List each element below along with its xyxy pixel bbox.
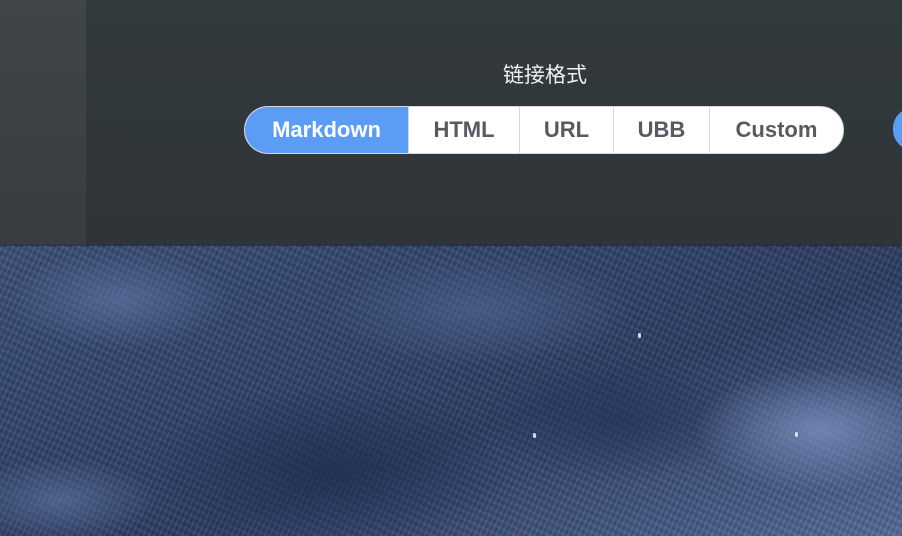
settings-window: 链接格式 Markdown HTML URL UBB Custom — [0, 0, 902, 245]
sidebar-panel — [0, 0, 86, 245]
format-option-custom[interactable]: Custom — [709, 107, 843, 153]
link-format-label: 链接格式 — [503, 63, 587, 87]
format-option-url[interactable]: URL — [519, 107, 613, 153]
wallpaper-highlight — [795, 432, 798, 437]
link-format-segmented-control: Markdown HTML URL UBB Custom — [244, 106, 844, 154]
screen: 链接格式 Markdown HTML URL UBB Custom — [0, 0, 902, 536]
wallpaper-highlight — [638, 333, 641, 338]
format-option-markdown[interactable]: Markdown — [245, 107, 408, 153]
format-option-html[interactable]: HTML — [408, 107, 519, 153]
format-option-ubb[interactable]: UBB — [613, 107, 709, 153]
wallpaper-highlight — [533, 433, 536, 438]
